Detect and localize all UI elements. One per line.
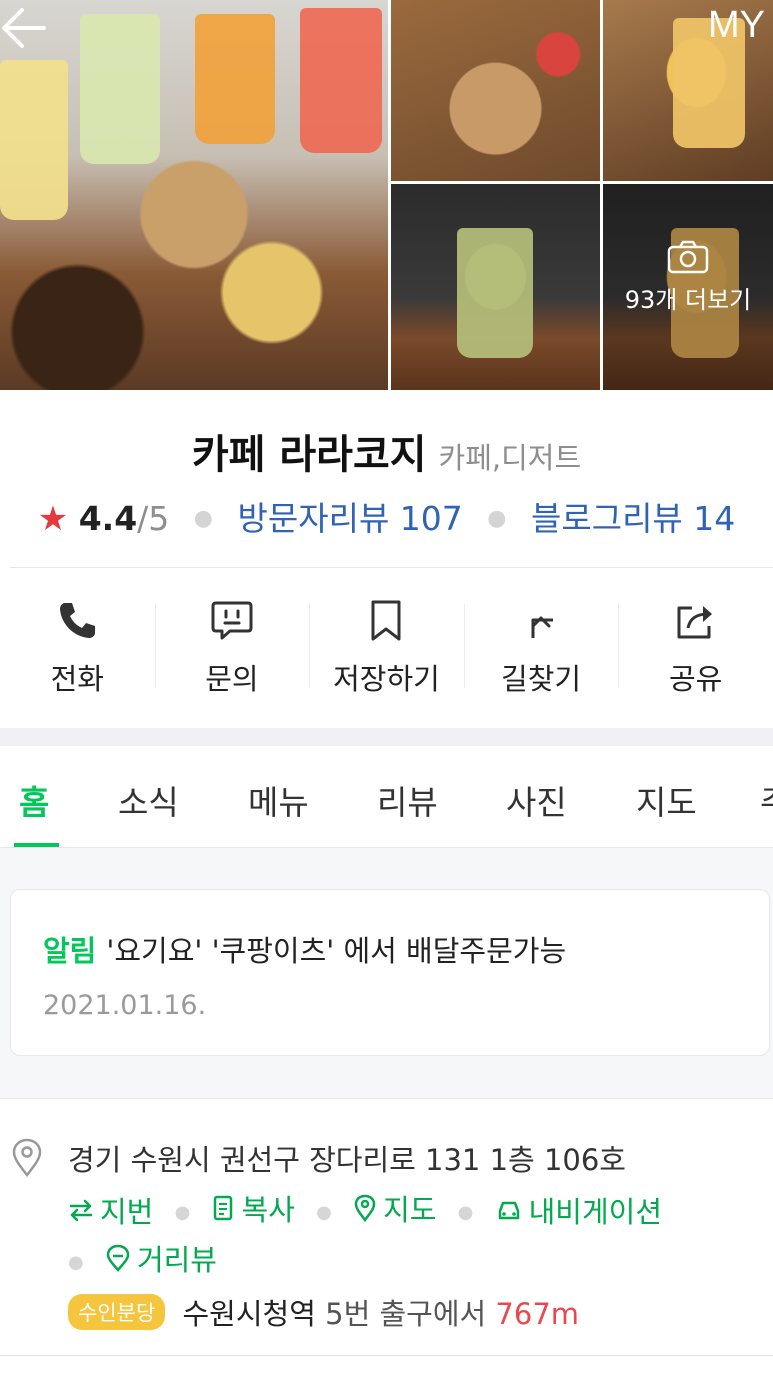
notice-date: 2021.01.16. xyxy=(43,990,207,1021)
location-pin-icon xyxy=(12,1138,42,1177)
photo-main[interactable] xyxy=(0,0,388,390)
place-title-row: 카페 라라코지 카페,디저트 xyxy=(0,422,773,480)
navigation-label: 내비게이션 xyxy=(528,1195,662,1229)
back-button[interactable] xyxy=(0,4,56,52)
car-icon xyxy=(498,1201,519,1220)
address-actions-row2: ● 거리뷰 xyxy=(68,1237,217,1279)
divider xyxy=(10,567,773,568)
rating-max: /5 xyxy=(137,499,170,538)
lot-number-link[interactable]: 지번 xyxy=(68,1189,153,1231)
tab-news[interactable]: 소식 xyxy=(118,776,179,824)
my-button[interactable]: MY xyxy=(708,4,765,47)
directions-button[interactable]: 길찾기 xyxy=(463,570,619,728)
separator-dot: ● xyxy=(457,1202,474,1223)
save-button[interactable]: 저장하기 xyxy=(309,570,464,728)
map-pin-icon xyxy=(354,1194,376,1222)
map-link[interactable]: 지도 xyxy=(353,1187,436,1229)
street-view-link[interactable]: 거리뷰 xyxy=(105,1237,217,1279)
camera-icon xyxy=(667,240,709,274)
copy-link[interactable]: 복사 xyxy=(212,1187,295,1229)
active-tab-indicator xyxy=(14,843,59,847)
inquiry-label: 문의 xyxy=(205,662,259,696)
section-gap xyxy=(0,728,773,746)
notice-tag: 알림 xyxy=(43,934,97,968)
save-label: 저장하기 xyxy=(333,662,440,696)
visitor-reviews-link[interactable]: 방문자리뷰 107 xyxy=(238,499,463,538)
chat-icon xyxy=(211,601,253,640)
directions-icon xyxy=(531,616,554,638)
distance: 767m xyxy=(495,1297,580,1331)
more-photos-label: 93개 더보기 xyxy=(624,286,752,314)
tab-bar: 홈 소식 메뉴 리뷰 사진 지도 주 xyxy=(0,746,773,848)
copy-label: 복사 xyxy=(241,1193,295,1227)
notice-text: '요기요' '쿠팡이츠' 에서 배달주문가능 xyxy=(106,934,567,968)
separator-dot: ● xyxy=(193,506,213,531)
inquiry-button[interactable]: 문의 xyxy=(154,570,310,728)
directions-label: 길찾기 xyxy=(501,662,582,696)
navigation-link[interactable]: 내비게이션 xyxy=(495,1189,662,1231)
street-view-icon xyxy=(106,1244,130,1272)
swap-icon xyxy=(69,1199,93,1222)
blog-reviews-link[interactable]: 블로그리뷰 14 xyxy=(531,499,735,538)
star-icon: ★ xyxy=(37,499,69,539)
share-button[interactable]: 공유 xyxy=(618,570,773,728)
place-category: 카페,디저트 xyxy=(438,441,582,475)
subway-info: 수인분당 수원시청역 5번 출구에서 767m xyxy=(68,1291,579,1333)
street-view-label: 거리뷰 xyxy=(136,1243,217,1277)
separator-dot: ● xyxy=(174,1202,191,1223)
photo-gallery[interactable]: 93개 더보기 MY xyxy=(0,0,773,390)
more-photos-button[interactable]: 93개 더보기 xyxy=(603,240,773,315)
tab-map[interactable]: 지도 xyxy=(636,776,697,824)
tab-home[interactable]: 홈 xyxy=(19,776,49,824)
notice-line: 알림 '요기요' '쿠팡이츠' 에서 배달주문가능 xyxy=(43,928,566,970)
tab-menu[interactable]: 메뉴 xyxy=(248,776,309,824)
photo-thumb-1[interactable] xyxy=(391,0,600,181)
separator-dot: ● xyxy=(68,1252,84,1273)
separator-dot: ● xyxy=(316,1202,332,1223)
copy-icon xyxy=(213,1195,232,1221)
call-label: 전화 xyxy=(50,662,104,696)
tab-photo[interactable]: 사진 xyxy=(506,776,567,824)
bookmark-icon xyxy=(371,600,401,641)
place-name: 카페 라라코지 xyxy=(191,432,427,478)
call-button[interactable]: 전화 xyxy=(0,570,155,728)
map-label: 지도 xyxy=(383,1193,437,1227)
back-arrow-icon xyxy=(2,8,46,48)
rating-value: 4.4 xyxy=(78,499,138,538)
action-bar: 전화 문의 저장하기 길찾기 공유 xyxy=(0,570,773,728)
share-label: 공유 xyxy=(668,662,723,696)
address-section: 경기 수원시 권선구 장다리로 131 1층 106호 지번 ● 복사 ● 지도… xyxy=(0,1098,773,1356)
lot-number-label: 지번 xyxy=(100,1195,154,1229)
address-actions: 지번 ● 복사 ● 지도 ● 내비게이션 xyxy=(68,1187,662,1231)
tab-review[interactable]: 리뷰 xyxy=(377,776,438,824)
exit-text: 5번 출구에서 xyxy=(325,1297,487,1331)
address-text: 경기 수원시 권선구 장다리로 131 1층 106호 xyxy=(68,1143,626,1177)
tab-surroundings[interactable]: 주 xyxy=(760,776,773,824)
separator-dot: ● xyxy=(487,506,507,531)
notice-card[interactable]: 알림 '요기요' '쿠팡이츠' 에서 배달주문가능 2021.01.16. xyxy=(10,889,770,1056)
phone-icon xyxy=(60,603,96,638)
station-name: 수원시청역 xyxy=(182,1297,316,1331)
photo-thumb-3[interactable] xyxy=(391,184,600,390)
share-icon xyxy=(677,606,712,639)
rating-row: ★ 4.4/5 ● 방문자리뷰 107 ● 블로그리뷰 14 xyxy=(0,492,773,540)
subway-line-badge: 수인분당 xyxy=(68,1294,166,1330)
